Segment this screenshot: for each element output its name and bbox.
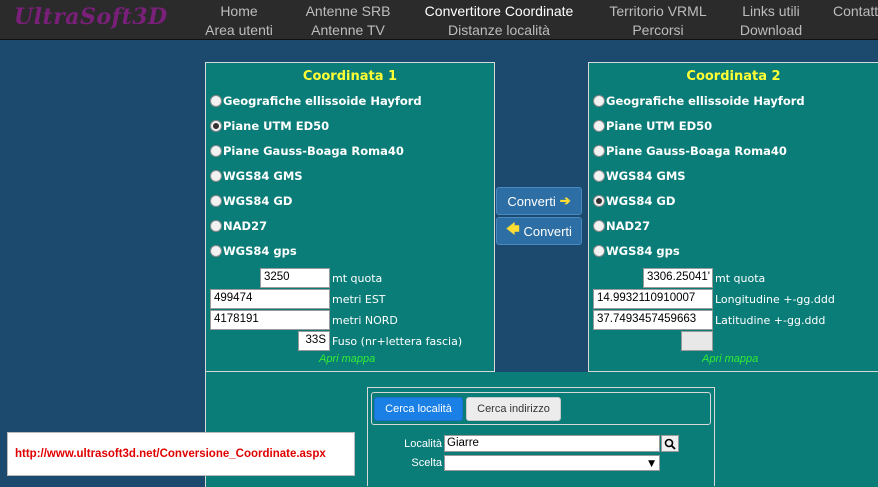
c1-fuso-label: Fuso (nr+lettera fascia) xyxy=(332,335,463,348)
radio-button[interactable] xyxy=(593,220,605,232)
scelta-select[interactable]: ▼ xyxy=(444,455,660,471)
c1-quota-input[interactable]: 3250 xyxy=(260,268,330,288)
nav-antenne-tv[interactable]: Antenne TV xyxy=(311,22,385,38)
c2-option-nad27[interactable]: NAD27 xyxy=(593,218,650,234)
radio-button[interactable] xyxy=(593,120,605,132)
radio-button[interactable] xyxy=(593,145,605,157)
c1-nord-label: metri NORD xyxy=(332,314,398,327)
c1-option-wgs84-gd[interactable]: WGS84 GD xyxy=(210,193,292,209)
c1-est-input[interactable]: 499474 xyxy=(210,289,330,309)
c2-option-gauss-boaga[interactable]: Piane Gauss-Boaga Roma40 xyxy=(593,143,787,159)
c2-latitude-input[interactable]: 37.7493457459663 xyxy=(593,310,713,330)
nav-antenne-srb[interactable]: Antenne SRB xyxy=(306,3,391,19)
nav-territorio-vrml[interactable]: Territorio VRML xyxy=(609,3,706,19)
c1-est-label: metri EST xyxy=(332,293,386,306)
top-nav: UltraSoft3D Home Area utenti Antenne SRB… xyxy=(0,0,878,40)
nav-distanze-localita[interactable]: Distanze località xyxy=(448,22,550,38)
c2-option-wgs84-gps[interactable]: WGS84 gps xyxy=(593,243,680,259)
c2-option-utm-ed50[interactable]: Piane UTM ED50 xyxy=(593,118,712,134)
nav-area-utenti[interactable]: Area utenti xyxy=(205,22,273,38)
radio-button[interactable] xyxy=(210,95,222,107)
coordinata-1-title: Coordinata 1 xyxy=(302,69,398,84)
c1-option-wgs84-gps[interactable]: WGS84 gps xyxy=(210,243,297,259)
scelta-label: Scelta xyxy=(411,457,442,469)
nav-convertitore-coordinate[interactable]: Convertitore Coordinate xyxy=(425,3,574,19)
radio-button[interactable] xyxy=(210,145,222,157)
site-logo[interactable]: UltraSoft3D xyxy=(14,4,168,30)
coordinata-2-panel: Coordinata 2 Geografiche ellissoide Hayf… xyxy=(588,62,878,372)
radio-button-checked[interactable] xyxy=(593,195,605,207)
tab-cerca-indirizzo[interactable]: Cerca indirizzo xyxy=(466,397,561,421)
localita-input[interactable]: Giarre xyxy=(444,435,660,452)
radio-button[interactable] xyxy=(210,220,222,232)
c2-quota-input[interactable]: 3306.25041' xyxy=(643,268,713,288)
c1-option-wgs84-gms[interactable]: WGS84 GMS xyxy=(210,168,303,184)
c2-option-wgs84-gd[interactable]: WGS84 GD xyxy=(593,193,675,209)
c2-quota-label: mt quota xyxy=(715,272,766,285)
page-url-text: http://www.ultrasoft3d.net/Conversione_C… xyxy=(15,448,326,460)
c2-longitude-input[interactable]: 14.9932110910007 xyxy=(593,289,713,309)
convert-forward-label: Converti xyxy=(507,193,556,209)
coordinata-1-panel: Coordinata 1 Geografiche ellissoide Hayf… xyxy=(205,62,495,372)
c2-longitude-label: Longitudine +-gg.ddd xyxy=(715,293,835,306)
chevron-down-icon: ▼ xyxy=(648,459,655,469)
c2-option-wgs84-gms[interactable]: WGS84 GMS xyxy=(593,168,686,184)
c1-option-nad27[interactable]: NAD27 xyxy=(210,218,267,234)
c1-fuso-input[interactable]: 33S xyxy=(298,331,330,351)
tab-cerca-localita[interactable]: Cerca località xyxy=(374,397,463,421)
search-button[interactable] xyxy=(661,435,679,452)
c2-extra-input[interactable] xyxy=(681,331,713,351)
c2-option-hayford[interactable]: Geografiche ellissoide Hayford xyxy=(593,93,805,109)
convert-forward-button[interactable]: Converti ➔ xyxy=(496,187,582,215)
radio-button[interactable] xyxy=(593,245,605,257)
nav-percorsi[interactable]: Percorsi xyxy=(632,22,683,38)
c1-quota-label: mt quota xyxy=(332,272,383,285)
radio-button[interactable] xyxy=(210,170,222,182)
url-banner: http://www.ultrasoft3d.net/Conversione_C… xyxy=(7,432,355,476)
nav-links-utili[interactable]: Links utili xyxy=(742,3,800,19)
nav-contatti[interactable]: Contatti xyxy=(833,3,878,19)
c2-apri-mappa-link[interactable]: Apri mappa xyxy=(702,353,758,365)
search-icon xyxy=(664,438,676,450)
nav-download[interactable]: Download xyxy=(740,22,802,38)
c2-latitude-label: Latitudine +-gg.ddd xyxy=(715,314,826,327)
c1-option-gauss-boaga[interactable]: Piane Gauss-Boaga Roma40 xyxy=(210,143,404,159)
c1-apri-mappa-link[interactable]: Apri mappa xyxy=(319,353,375,365)
localita-label: Località xyxy=(404,438,442,450)
arrow-right-icon: ➔ xyxy=(559,193,571,208)
c1-nord-input[interactable]: 4178191 xyxy=(210,310,330,330)
arrow-left-icon: 🡄 xyxy=(506,221,520,236)
c1-option-hayford[interactable]: Geografiche ellissoide Hayford xyxy=(210,93,422,109)
coordinata-2-title: Coordinata 2 xyxy=(686,69,781,84)
nav-home[interactable]: Home xyxy=(220,3,257,19)
radio-button[interactable] xyxy=(210,245,222,257)
c1-option-utm-ed50[interactable]: Piane UTM ED50 xyxy=(210,118,329,134)
radio-button[interactable] xyxy=(593,95,605,107)
convert-backward-label: Converti xyxy=(523,223,572,239)
search-box: Cerca località Cerca indirizzo Località … xyxy=(367,387,715,486)
radio-button-checked[interactable] xyxy=(210,120,222,132)
search-tabbar: Cerca località Cerca indirizzo xyxy=(371,392,711,425)
convert-backward-button[interactable]: 🡄 Converti xyxy=(496,217,582,245)
radio-button[interactable] xyxy=(210,195,222,207)
radio-button[interactable] xyxy=(593,170,605,182)
